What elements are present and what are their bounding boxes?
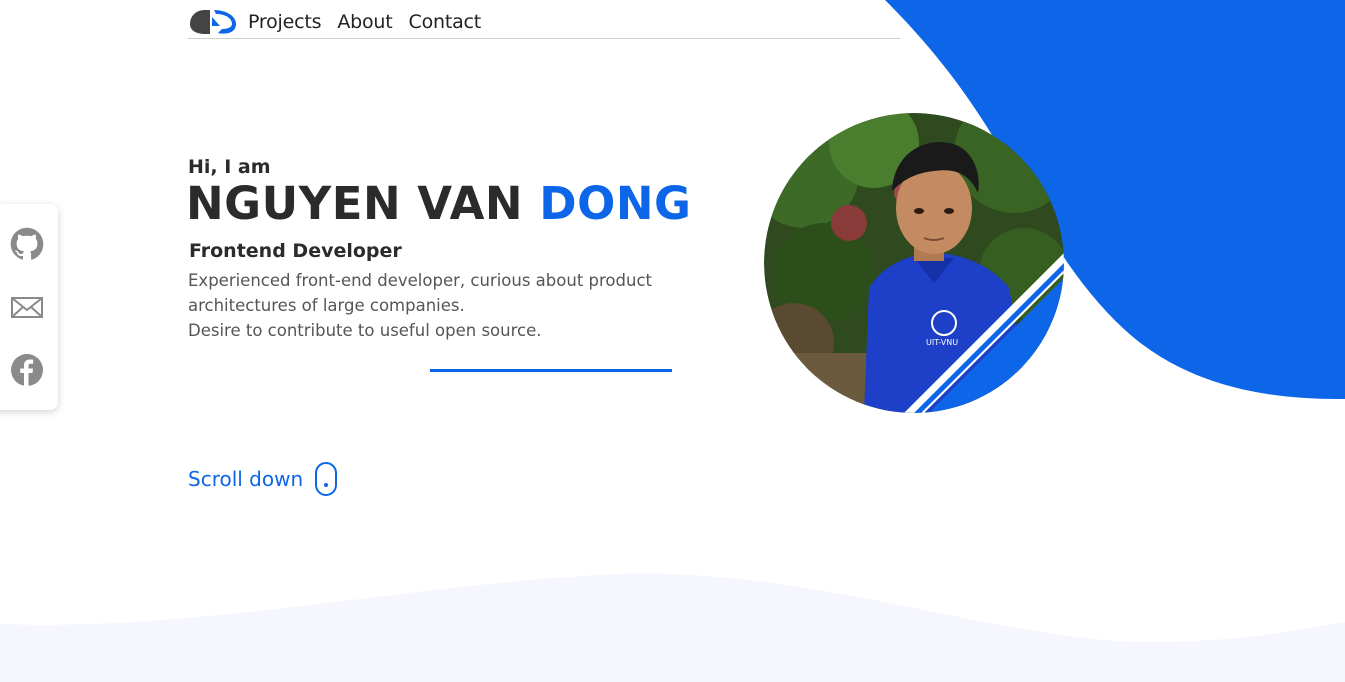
hero-name-first: NGUYEN VAN: [186, 177, 540, 230]
mouse-scroll-icon: [315, 462, 338, 496]
nav-projects-link[interactable]: Projects: [248, 11, 322, 33]
mail-icon: [11, 296, 43, 318]
accent-divider: [430, 369, 672, 372]
profile-photo: UIT-VNU: [764, 113, 1064, 413]
site-header: Projects About Contact: [188, 6, 900, 39]
description-line: Experienced front-end developer, curious…: [188, 271, 652, 290]
github-link[interactable]: [9, 226, 45, 262]
social-sidebar: [0, 204, 58, 410]
hero-name: NGUYEN VAN DONG: [186, 177, 691, 230]
description-line: Desire to contribute to useful open sour…: [188, 321, 542, 340]
mail-link[interactable]: [9, 289, 45, 325]
background-wave: [0, 572, 1345, 682]
nav-about-link[interactable]: About: [337, 11, 392, 33]
description-line: architectures of large companies.: [188, 296, 465, 315]
scroll-down-label: Scroll down: [188, 467, 304, 491]
scroll-down-button[interactable]: Scroll down: [188, 462, 338, 496]
hero-greeting: Hi, I am: [188, 156, 271, 178]
main-nav: Projects About Contact: [248, 11, 497, 33]
facebook-link[interactable]: [9, 352, 45, 388]
nav-contact-link[interactable]: Contact: [409, 11, 482, 33]
hero-name-accent: DONG: [539, 177, 692, 230]
hero-description: Experienced front-end developer, curious…: [188, 268, 698, 343]
logo-icon[interactable]: [188, 7, 238, 37]
hero-role: Frontend Developer: [189, 240, 402, 262]
shirt-text: UIT-VNU: [926, 338, 958, 347]
github-icon: [10, 227, 44, 260]
facebook-icon: [11, 354, 43, 387]
